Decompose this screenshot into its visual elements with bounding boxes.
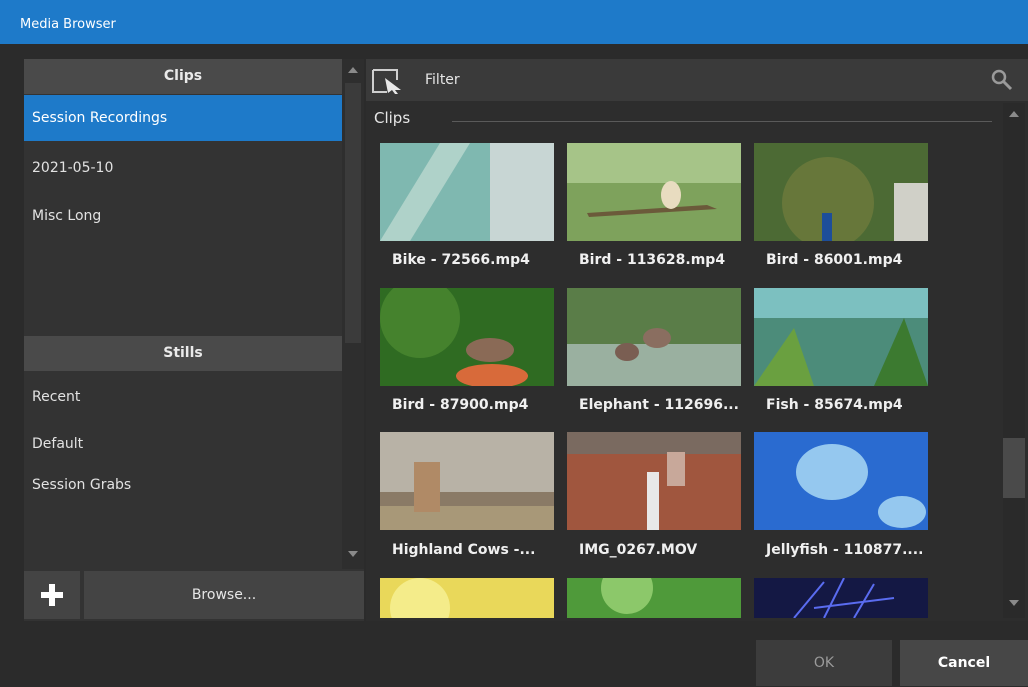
clip-name: IMG_0267.MOV <box>579 542 698 558</box>
scroll-up-arrow-icon[interactable] <box>1009 111 1019 117</box>
clip-thumbnail-bird-87900[interactable] <box>380 288 554 386</box>
section-divider <box>452 121 992 122</box>
browse-button[interactable]: Browse... <box>84 571 364 619</box>
stills-item-default[interactable]: Default <box>24 421 342 467</box>
clip-thumbnail-jellyfish[interactable] <box>754 432 928 530</box>
filter-bar <box>366 59 1028 101</box>
clip-thumbnail-partial-3[interactable] <box>754 578 928 618</box>
clip-name: Bird - 113628.mp4 <box>579 252 726 268</box>
clip-name: Highland Cows -... <box>392 542 536 558</box>
cursor-select-icon[interactable] <box>371 66 405 94</box>
stills-item-recent[interactable]: Recent <box>24 374 342 420</box>
clips-item-misc-long[interactable]: Misc Long <box>24 193 342 239</box>
clip-name: Bird - 86001.mp4 <box>766 252 903 268</box>
clip-thumbnail-elephant[interactable] <box>567 288 741 386</box>
clip-thumbnail-fish[interactable] <box>754 288 928 386</box>
left-scrollbar-thumb[interactable] <box>345 83 361 343</box>
scroll-up-arrow-icon[interactable] <box>348 67 358 73</box>
cancel-button[interactable]: Cancel <box>900 640 1028 686</box>
left-scrollbar[interactable] <box>342 59 364 569</box>
stills-header: Stills <box>24 336 342 371</box>
clip-name: Bike - 72566.mp4 <box>392 252 530 268</box>
clip-thumbnail-bird-113628[interactable] <box>567 143 741 241</box>
plus-icon <box>41 584 63 606</box>
right-scrollbar-thumb[interactable] <box>1003 438 1025 498</box>
clip-thumbnail-partial-2[interactable] <box>567 578 741 618</box>
window-title: Media Browser <box>20 17 116 32</box>
stills-item-session-grabs[interactable]: Session Grabs <box>24 462 342 508</box>
filter-label[interactable]: Filter <box>425 72 460 88</box>
clips-header: Clips <box>24 59 342 94</box>
clip-thumbnail-bird-86001[interactable] <box>754 143 928 241</box>
clips-item-session-recordings[interactable]: Session Recordings <box>24 95 342 141</box>
add-button[interactable] <box>24 571 80 619</box>
clip-name: Elephant - 112696... <box>579 397 739 413</box>
clip-name: Bird - 87900.mp4 <box>392 397 529 413</box>
ok-button[interactable]: OK <box>756 640 892 686</box>
clip-thumbnail-bike[interactable] <box>380 143 554 241</box>
title-bar: Media Browser <box>0 0 1028 44</box>
clip-thumbnail-img-0267[interactable] <box>567 432 741 530</box>
clips-item-2021-05-10[interactable]: 2021-05-10 <box>24 145 342 191</box>
clip-thumbnail-partial-1[interactable] <box>380 578 554 618</box>
right-scrollbar[interactable] <box>1003 103 1025 618</box>
clips-section-label: Clips <box>374 109 411 127</box>
clip-thumbnail-highland-cows[interactable] <box>380 432 554 530</box>
search-icon[interactable] <box>990 68 1014 92</box>
clip-name: Jellyfish - 110877.... <box>766 542 924 558</box>
clip-name: Fish - 85674.mp4 <box>766 397 903 413</box>
scroll-down-arrow-icon[interactable] <box>1009 600 1019 606</box>
scroll-down-arrow-icon[interactable] <box>348 551 358 557</box>
